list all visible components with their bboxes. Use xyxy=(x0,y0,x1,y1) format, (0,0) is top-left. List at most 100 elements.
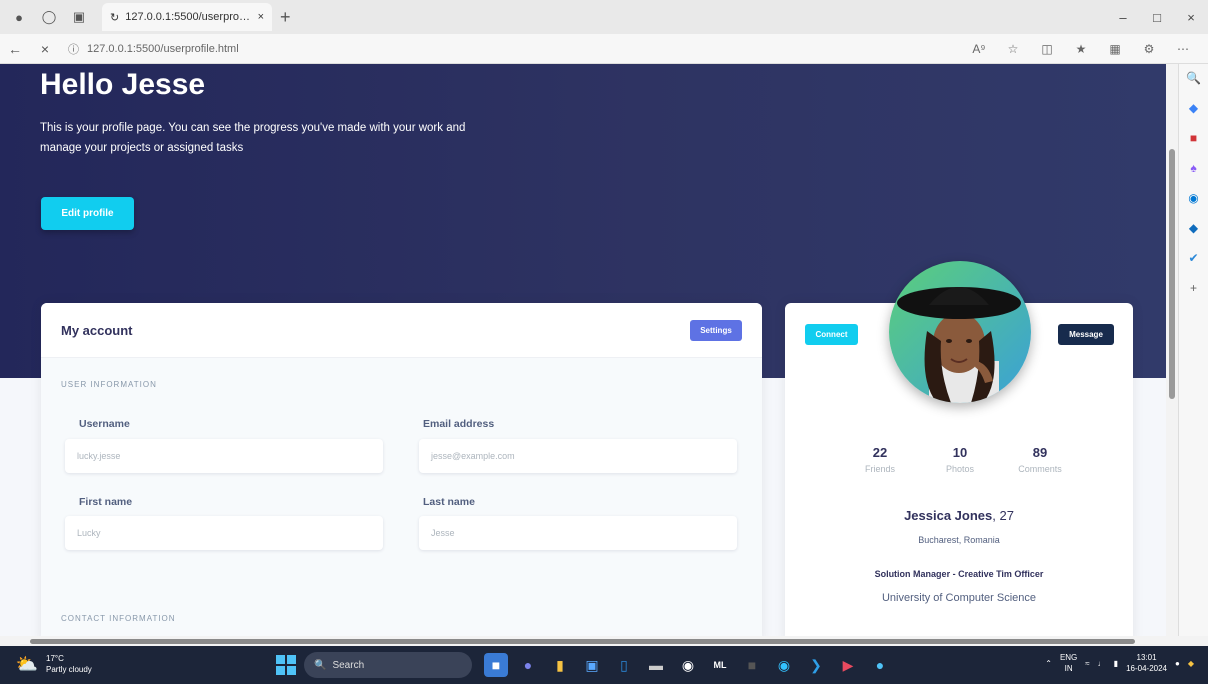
account-card-title: My account xyxy=(61,322,133,338)
url-field[interactable]: ⓘ 127.0.0.1:5500/userprofile.html xyxy=(68,41,964,57)
weather-text: 17°C Partly cloudy xyxy=(46,653,92,675)
weather-widget[interactable]: ⛅ 17°C Partly cloudy xyxy=(14,651,92,677)
last-name-label: Last name xyxy=(423,496,475,508)
stat-photos: 10 Photos xyxy=(925,445,995,474)
store-icon[interactable]: ▣ xyxy=(580,653,604,677)
stop-icon[interactable]: × xyxy=(30,34,60,64)
stat-value: 89 xyxy=(1032,445,1048,460)
wifi-icon[interactable]: ≈ xyxy=(1085,659,1089,668)
language-sub: IN xyxy=(1064,664,1073,673)
vertical-scrollbar-thumb[interactable] xyxy=(1169,149,1175,399)
info-icon[interactable]: ⓘ xyxy=(68,41,79,57)
read-aloud-icon[interactable]: A⁹ xyxy=(964,37,994,61)
split-screen-icon[interactable]: ◫ xyxy=(1032,37,1062,61)
partly-cloudy-icon: ⛅ xyxy=(15,653,39,674)
notes-icon[interactable]: ▯ xyxy=(612,653,636,677)
taskbar-search[interactable]: 🔍 Search xyxy=(304,652,472,678)
taskbar-apps: ■ ● ▮ ▣ ▯ ▬ ◉ ML ■ ◉ ❯ ▶ ● xyxy=(484,653,892,677)
back-icon[interactable]: ← xyxy=(0,34,30,64)
connect-button[interactable]: Connect xyxy=(805,324,858,345)
file-explorer-icon[interactable]: ▮ xyxy=(548,653,572,677)
windows-taskbar: ⛅ 17°C Partly cloudy 🔍 Search ■ ● ▮ ▣ ▯ … xyxy=(0,646,1208,684)
terminal-icon[interactable]: ▬ xyxy=(644,653,668,677)
profile-icon[interactable]: ● xyxy=(8,6,30,28)
clock[interactable]: 13:01 16-04-2024 xyxy=(1126,652,1167,674)
my-account-card: My account Settings USER INFORMATION Use… xyxy=(41,303,762,636)
copilot-icon[interactable]: ◆ xyxy=(1188,659,1194,668)
message-button[interactable]: Message xyxy=(1058,324,1114,345)
horizontal-scrollbar-thumb[interactable] xyxy=(30,639,1135,644)
profile-age: , 27 xyxy=(992,508,1014,523)
games-icon[interactable]: ♠ xyxy=(1184,158,1204,178)
edge-sidebar: 🔍 ◆ ■ ♠ ◉ ◆ ✔ + xyxy=(1178,64,1208,636)
stat-label: Friends xyxy=(864,464,895,474)
search-icon[interactable]: 🔍 xyxy=(1184,68,1204,88)
app-tile-icon[interactable]: ■ xyxy=(740,653,764,677)
account-card-header: My account Settings xyxy=(41,303,762,358)
start-button[interactable] xyxy=(276,655,296,675)
workspaces-icon[interactable]: ◯ xyxy=(38,6,60,28)
extensions-icon[interactable]: ⚙ xyxy=(1134,37,1164,61)
notification-icon[interactable]: ● xyxy=(1175,659,1180,668)
window-controls: – □ × xyxy=(1106,0,1208,34)
page-title: Hello Jesse xyxy=(40,68,206,101)
username-label: Username xyxy=(79,418,130,430)
restore-icon[interactable]: □ xyxy=(1140,0,1174,34)
drop-icon[interactable]: ✔ xyxy=(1184,248,1204,268)
username-input[interactable]: lucky.jesse xyxy=(65,439,383,473)
vertical-scrollbar[interactable] xyxy=(1166,64,1178,636)
user-information-label: USER INFORMATION xyxy=(61,380,157,389)
address-bar: ← × ⓘ 127.0.0.1:5500/userprofile.html A⁹… xyxy=(0,34,1208,64)
tools-icon[interactable]: ■ xyxy=(1184,128,1204,148)
horizontal-scrollbar[interactable] xyxy=(0,636,1178,646)
more-icon[interactable]: ⋯ xyxy=(1168,37,1198,61)
add-icon[interactable]: + xyxy=(1184,278,1204,298)
favorites-icon[interactable]: ★ xyxy=(1066,37,1096,61)
search-icon: 🔍 xyxy=(314,659,327,671)
outlook-icon[interactable]: ◆ xyxy=(1184,218,1204,238)
favorite-star-icon[interactable]: ☆ xyxy=(998,37,1028,61)
edge-icon[interactable]: ◉ xyxy=(772,653,796,677)
minimize-icon[interactable]: – xyxy=(1106,0,1140,34)
profile-name-text: Jessica Jones xyxy=(904,508,993,523)
email-input[interactable]: jesse@example.com xyxy=(419,439,737,473)
close-window-icon[interactable]: × xyxy=(1174,0,1208,34)
edit-profile-button[interactable]: Edit profile xyxy=(41,197,134,230)
last-name-input[interactable]: Jesse xyxy=(419,516,737,550)
date: 16-04-2024 xyxy=(1126,664,1167,673)
teams-icon[interactable]: ● xyxy=(516,653,540,677)
loading-icon: ↻ xyxy=(110,11,120,24)
avatar-image xyxy=(889,261,1031,403)
profile-job: Solution Manager - Creative Tim Officer xyxy=(874,569,1044,579)
media-icon[interactable]: ▶ xyxy=(836,653,860,677)
vscode-icon[interactable]: ❯ xyxy=(804,653,828,677)
profile-university: University of Computer Science xyxy=(881,592,1037,604)
language-indicator[interactable]: ENG IN xyxy=(1060,652,1077,674)
browser-tab[interactable]: ↻ 127.0.0.1:5500/userprofile.html × xyxy=(102,3,272,31)
office-icon[interactable]: ◉ xyxy=(1184,188,1204,208)
stat-value: 22 xyxy=(872,445,888,460)
settings-button[interactable]: Settings xyxy=(690,319,742,341)
close-tab-icon[interactable]: × xyxy=(258,11,264,23)
chevron-up-icon[interactable]: ⌃ xyxy=(1045,659,1052,668)
taskbar-search-label: Search xyxy=(332,659,365,671)
stat-friends: 22 Friends xyxy=(845,445,915,474)
browser-toolbar: A⁹ ☆ ◫ ★ ▦ ⚙ ⋯ xyxy=(964,37,1208,61)
url-text: 127.0.0.1:5500/userprofile.html xyxy=(87,42,239,55)
contact-information-label: CONTACT INFORMATION xyxy=(61,614,176,623)
app-icon[interactable]: ◉ xyxy=(676,653,700,677)
collections-icon[interactable]: ▦ xyxy=(1100,37,1130,61)
first-name-input[interactable]: Lucky xyxy=(65,516,383,550)
shopping-icon[interactable]: ◆ xyxy=(1184,98,1204,118)
volume-icon[interactable]: ♩ xyxy=(1098,659,1106,668)
first-name-label: First name xyxy=(79,496,133,508)
tab-actions-icon[interactable]: ▣ xyxy=(68,6,90,28)
ml-app-icon[interactable]: ML xyxy=(708,653,732,677)
widgets-icon[interactable]: ■ xyxy=(484,653,508,677)
browser-icon[interactable]: ● xyxy=(868,653,892,677)
page-viewport: Hello Jesse This is your profile page. Y… xyxy=(0,64,1166,636)
weather-temp: 17°C xyxy=(46,654,64,663)
new-tab-icon[interactable]: + xyxy=(280,7,291,28)
browser-tab-bar: ● ◯ ▣ ↻ 127.0.0.1:5500/userprofile.html … xyxy=(0,0,1208,34)
battery-icon[interactable]: ▮ xyxy=(1114,659,1118,668)
